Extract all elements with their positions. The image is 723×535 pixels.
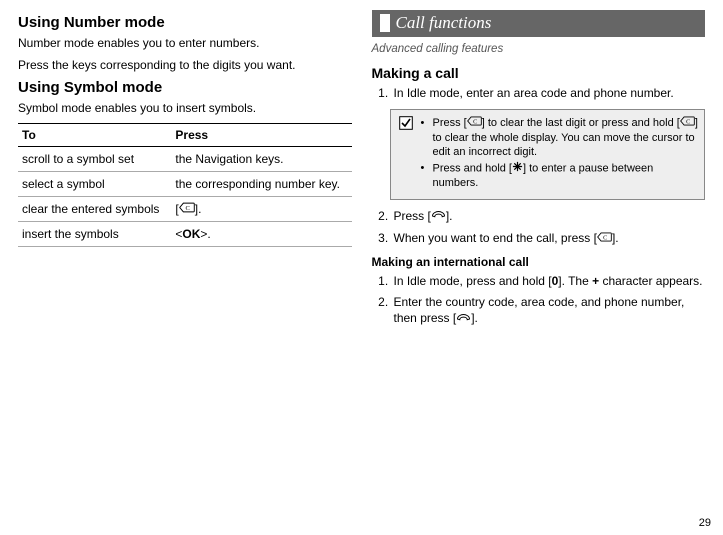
star-icon	[512, 161, 523, 176]
section-banner: Call functions	[372, 10, 706, 37]
cell-press: the Navigation keys.	[171, 146, 351, 171]
cell-press: <OK>.	[171, 222, 351, 247]
th-to: To	[18, 123, 171, 146]
table-row: scroll to a symbol set the Navigation ke…	[18, 146, 352, 171]
section-subtitle: Advanced calling features	[372, 43, 706, 55]
making-call-steps: In Idle mode, enter an area code and pho…	[372, 85, 706, 101]
symbol-mode-desc: Symbol mode enables you to insert symbol…	[18, 100, 352, 116]
right-column: Call functions Advanced calling features…	[372, 10, 706, 332]
svg-text:C: C	[686, 120, 690, 126]
tip-item: • Press and hold [] to enter a pause bet…	[421, 161, 699, 191]
table-row: select a symbol the corresponding number…	[18, 171, 352, 196]
clear-icon: C	[680, 116, 695, 130]
checkbox-icon	[397, 116, 415, 193]
clear-icon: C	[467, 116, 482, 130]
heading-number-mode: Using Number mode	[18, 14, 352, 31]
cell-to: scroll to a symbol set	[18, 146, 171, 171]
cell-press: the corresponding number key.	[171, 171, 351, 196]
cell-to: select a symbol	[18, 171, 171, 196]
th-press: Press	[171, 123, 351, 146]
step: Enter the country code, area code, and p…	[392, 294, 706, 327]
banner-title: Call functions	[396, 13, 492, 33]
tip-item: • Press [C] to clear the last digit or p…	[421, 116, 699, 159]
svg-text:C: C	[603, 236, 607, 242]
step: In Idle mode, enter an area code and pho…	[392, 85, 706, 101]
ok-label: OK	[182, 227, 200, 241]
intl-call-steps: In Idle mode, press and hold [0]. The + …	[372, 273, 706, 327]
number-mode-desc: Number mode enables you to enter numbers…	[18, 35, 352, 51]
heading-international-call: Making an international call	[372, 255, 706, 269]
call-icon	[456, 311, 471, 327]
heading-making-a-call: Making a call	[372, 65, 706, 81]
number-mode-instr: Press the keys corresponding to the digi…	[18, 57, 352, 73]
left-column: Using Number mode Number mode enables yo…	[18, 10, 352, 332]
svg-text:C: C	[473, 120, 477, 126]
step: Press [].	[392, 208, 706, 225]
svg-text:C: C	[185, 205, 189, 212]
symbol-mode-table: To Press scroll to a symbol set the Navi…	[18, 123, 352, 248]
clear-icon: C	[179, 202, 195, 216]
step: When you want to end the call, press [C]…	[392, 230, 706, 247]
table-row: insert the symbols <OK>.	[18, 222, 352, 247]
cell-to: clear the entered symbols	[18, 196, 171, 222]
heading-symbol-mode: Using Symbol mode	[18, 79, 352, 96]
tip-box: • Press [C] to clear the last digit or p…	[390, 109, 706, 200]
cell-press: [C].	[171, 196, 351, 222]
end-call-icon: C	[597, 230, 612, 246]
step: In Idle mode, press and hold [0]. The + …	[392, 273, 706, 289]
making-call-steps-cont: Press []. When you want to end the call,…	[372, 208, 706, 247]
cell-to: insert the symbols	[18, 222, 171, 247]
page-number: 29	[699, 517, 711, 529]
banner-block-icon	[380, 14, 390, 32]
call-icon	[431, 208, 446, 224]
table-row: clear the entered symbols [C].	[18, 196, 352, 222]
